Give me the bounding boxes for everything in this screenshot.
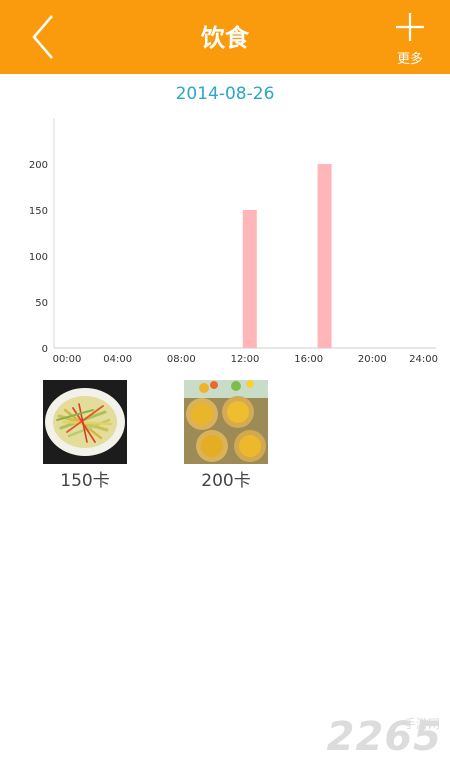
watermark-logo: 2265 [326,714,442,760]
x-tick-label: 24:00 [409,354,438,365]
meal-item[interactable]: 200卡 [184,380,268,491]
meal-calories: 200卡 [201,471,251,491]
y-tick-label: 150 [29,206,48,217]
top-bar: 饮食 更多 [0,0,450,74]
page-title: 饮食 [201,24,249,52]
y-tick-label: 0 [42,344,48,355]
x-tick-label: 20:00 [358,354,387,365]
y-tick-label: 100 [29,252,48,263]
y-tick-label: 50 [35,298,48,309]
x-tick-label: 08:00 [167,354,196,365]
shredded-vegetable-dish-icon [43,380,127,464]
x-tick-label: 04:00 [103,354,132,365]
meal-calories: 150卡 [60,471,110,491]
plus-icon [396,13,424,41]
y-tick-label: 200 [29,160,48,171]
more-button[interactable]: 更多 [390,10,430,67]
chart-bar [317,164,332,348]
calorie-bar-chart: 00:00 04:00 08:00 12:00 16:00 20:00 24:00 0 50 1… [29,118,438,365]
x-tick-label: 16:00 [294,354,323,365]
date-label[interactable]: 2014-08-26 [0,84,450,104]
more-label: 更多 [396,52,423,67]
x-tick-label: 00:00 [53,354,82,365]
chart-bar [242,210,257,348]
meal-item[interactable]: 150卡 [43,380,127,491]
egg-tart-icon [184,380,268,464]
x-tick-label: 12:00 [231,354,260,365]
